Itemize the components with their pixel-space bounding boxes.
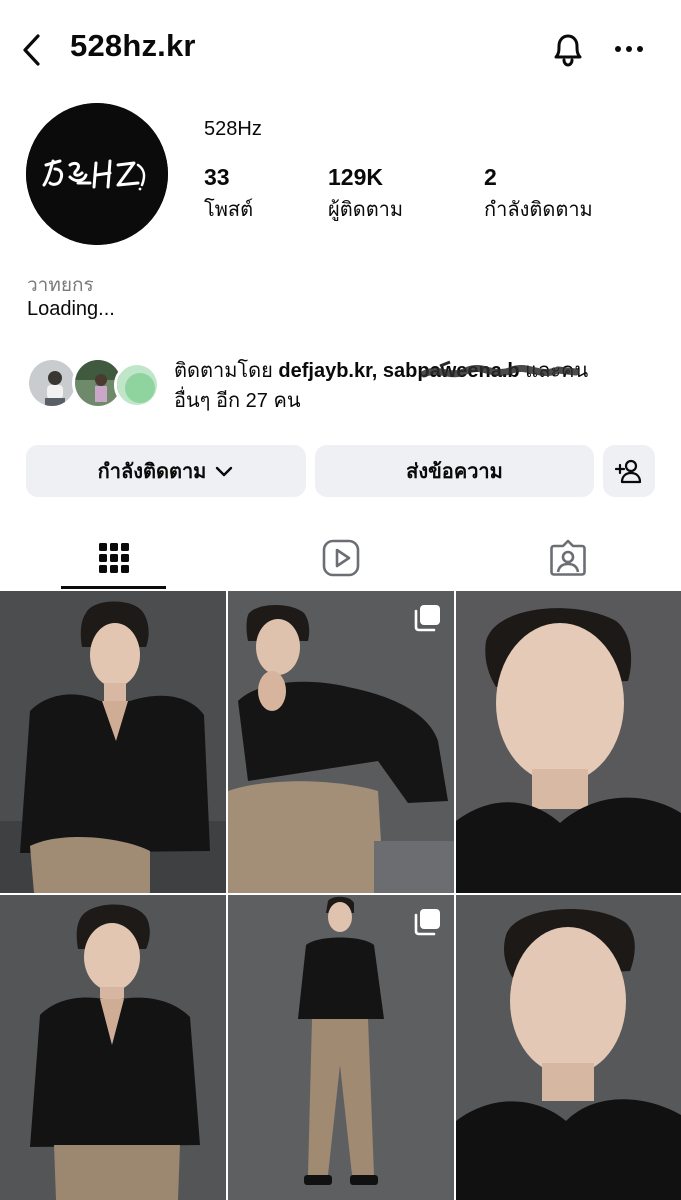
tab-reels[interactable] (227, 528, 454, 588)
post-image (228, 895, 454, 1200)
followed-by-text[interactable]: ติดตามโดย defjayb.kr, sabpaweena.b และคน… (174, 356, 664, 416)
post-image (0, 591, 226, 893)
followed-by-others: อื่นๆ อีก 27 คน (174, 390, 301, 412)
tagged-icon (549, 539, 586, 576)
brand-logo (26, 103, 168, 245)
top-bar: 528hz.kr (0, 0, 681, 100)
profile-username: 528hz.kr (70, 28, 196, 63)
active-tab-indicator (61, 586, 166, 589)
stat-posts[interactable]: 33 โพสต์ (204, 164, 253, 225)
profile-category: วาทยกร (27, 275, 94, 296)
post-image (456, 591, 681, 893)
stat-followers-value: 129K (328, 164, 383, 190)
add-person-button[interactable] (603, 445, 655, 497)
stat-following-label: กำลังติดตาม (484, 199, 593, 221)
more-horizontal-icon[interactable] (610, 30, 648, 68)
followed-by-prefix: ติดตามโดย (174, 360, 273, 382)
mutual-avatar (26, 357, 78, 409)
message-button-label: ส่งข้อความ (406, 461, 503, 483)
stat-following-value: 2 (484, 164, 497, 190)
display-name: 528Hz (204, 118, 262, 140)
post-image (0, 895, 226, 1200)
stat-followers-label: ผู้ติดตาม (328, 199, 404, 221)
chevron-down-icon (216, 466, 233, 477)
stat-following[interactable]: 2 กำลังติดตาม (484, 164, 593, 225)
post-image (228, 591, 454, 893)
message-button[interactable]: ส่งข้อความ (315, 445, 594, 497)
tab-tagged[interactable] (454, 528, 681, 588)
add-person-icon (615, 459, 642, 484)
post-thumbnail[interactable] (228, 591, 454, 893)
post-thumbnail[interactable] (456, 895, 681, 1200)
mutual-followers-avatars[interactable] (26, 350, 166, 414)
bell-icon[interactable] (547, 28, 589, 70)
reels-icon (322, 539, 359, 577)
post-thumbnail[interactable] (456, 591, 681, 893)
post-thumbnail[interactable] (228, 895, 454, 1200)
grid-icon (98, 543, 129, 573)
carousel-icon (414, 605, 440, 632)
profile-avatar[interactable] (26, 103, 168, 245)
post-thumbnail[interactable] (0, 591, 226, 893)
post-thumbnail[interactable] (0, 895, 226, 1200)
stat-followers[interactable]: 129K ผู้ติดตาม (328, 164, 403, 225)
following-button-label: กำลังติดตาม (97, 461, 207, 483)
post-image (456, 895, 681, 1200)
chevron-left-icon[interactable] (16, 30, 52, 70)
mutual-user-1[interactable]: defjayb.kr, (278, 360, 377, 382)
carousel-icon (414, 909, 440, 936)
post-grid (0, 591, 681, 1200)
profile-bio: Loading... (27, 298, 115, 320)
tab-grid[interactable] (0, 528, 227, 588)
mutual-avatar (114, 362, 160, 408)
following-button[interactable]: กำลังติดตาม (26, 445, 306, 497)
stat-posts-value: 33 (204, 164, 230, 190)
stat-posts-label: โพสต์ (204, 199, 254, 221)
redaction-scribble (420, 360, 580, 378)
